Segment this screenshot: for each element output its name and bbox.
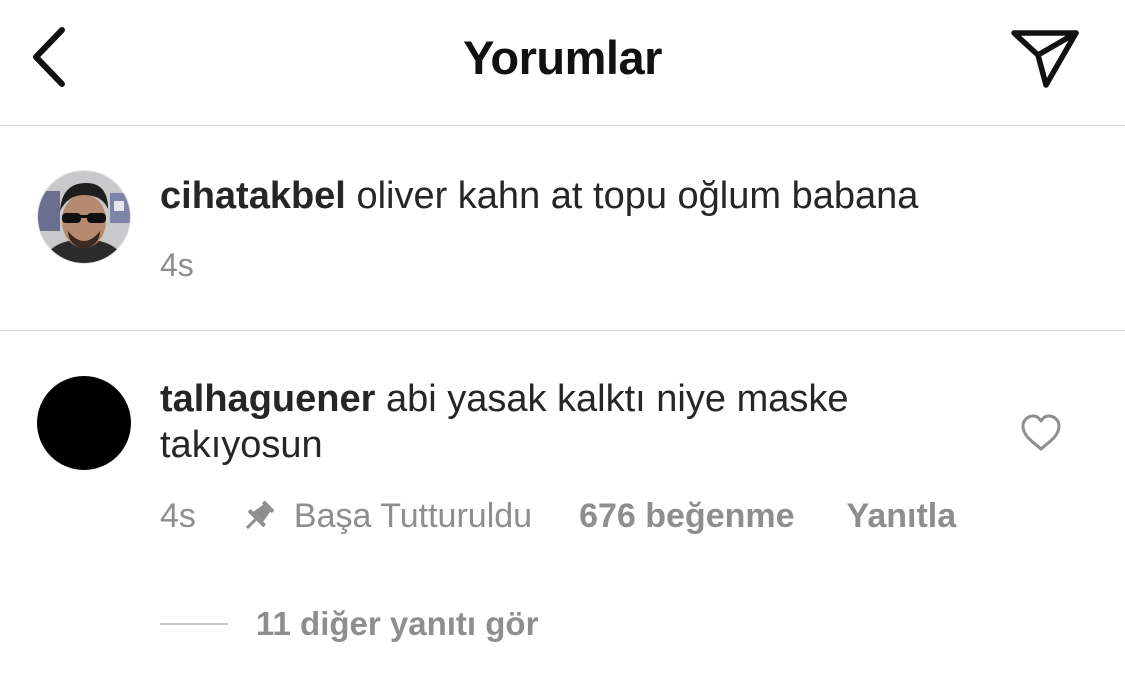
heart-icon [1021,414,1061,451]
likes-count[interactable]: 676 beğenme [579,497,794,536]
paper-plane-icon [1011,30,1079,88]
avatar[interactable] [37,170,131,264]
reply-button[interactable]: Yanıtla [847,497,957,536]
comment-meta: 4s Başa Tutturuldu 676 beğenme Yanıtla [160,494,956,538]
view-replies-button[interactable]: 11 diğer yanıtı gör [160,605,538,643]
view-replies-label: 11 diğer yanıtı gör [256,605,539,642]
pinned-label: Başa Tutturuldu [293,496,533,535]
comment-timestamp: 4s [160,496,196,535]
pinned-indicator: Başa Tutturuldu [240,497,532,536]
comment-body-line2: takıyosun [160,424,323,466]
caption-body: oliver kahn at topu oğlum babana [356,175,919,217]
caption-item: cihatakbel oliver kahn at topu oğlum bab… [0,126,1125,331]
send-button[interactable] [1005,22,1085,94]
caption-timestamp: 4s [160,247,194,283]
comment-item: talhaguener abi yasak kalktı niye maske … [0,331,1125,692]
like-button[interactable] [1019,411,1063,455]
replies-divider-line [160,623,228,625]
pin-icon [245,500,275,530]
comment-text: talhaguener abi yasak kalktı niye maske … [160,376,848,468]
comment-username[interactable]: talhaguener [160,378,375,420]
avatar[interactable] [37,376,131,470]
caption-username[interactable]: cihatakbel [160,175,346,217]
page-title: Yorumlar [463,31,662,84]
header-bar: Yorumlar [0,0,1125,126]
profile-photo-icon [38,171,130,263]
caption-text: cihatakbel oliver kahn at topu oğlum bab… [160,173,918,219]
comment-body-line1: abi yasak kalktı niye maske [385,378,849,420]
